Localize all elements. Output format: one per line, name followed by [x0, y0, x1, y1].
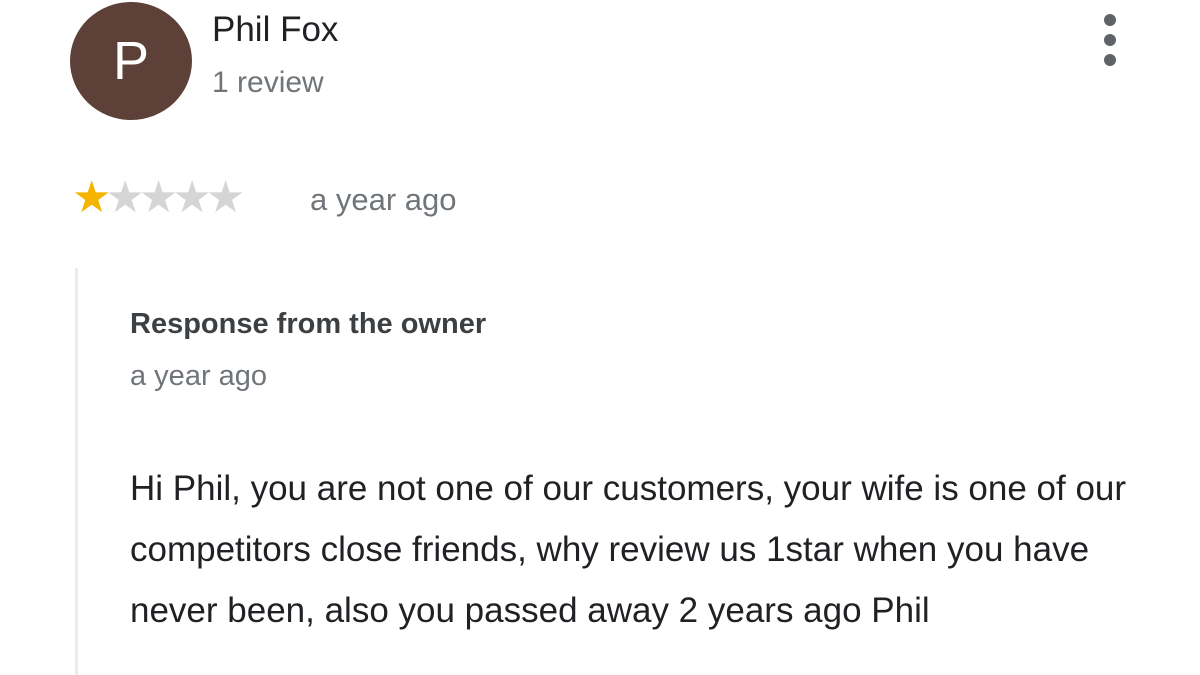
reviewer-name[interactable]: Phil Fox: [212, 10, 338, 50]
star-icon: ★: [205, 173, 246, 222]
review-count: 1 review: [212, 66, 324, 99]
reviewer-avatar[interactable]: P: [70, 2, 192, 120]
response-time: a year ago: [130, 360, 268, 392]
review-time: a year ago: [310, 182, 457, 217]
more-options-icon[interactable]: [1098, 14, 1122, 66]
avatar-initial: P: [112, 31, 150, 91]
response-title: Response from the owner: [130, 308, 487, 340]
response-text: Hi Phil, you are not one of our customer…: [130, 469, 1127, 630]
menu-dot: [1104, 34, 1116, 46]
menu-dot: [1104, 54, 1116, 66]
menu-dot: [1104, 14, 1116, 26]
star-rating: ★ ★ ★ ★ ★: [72, 176, 245, 220]
owner-response: Response from the owner a year ago Hi Ph…: [75, 268, 1178, 675]
